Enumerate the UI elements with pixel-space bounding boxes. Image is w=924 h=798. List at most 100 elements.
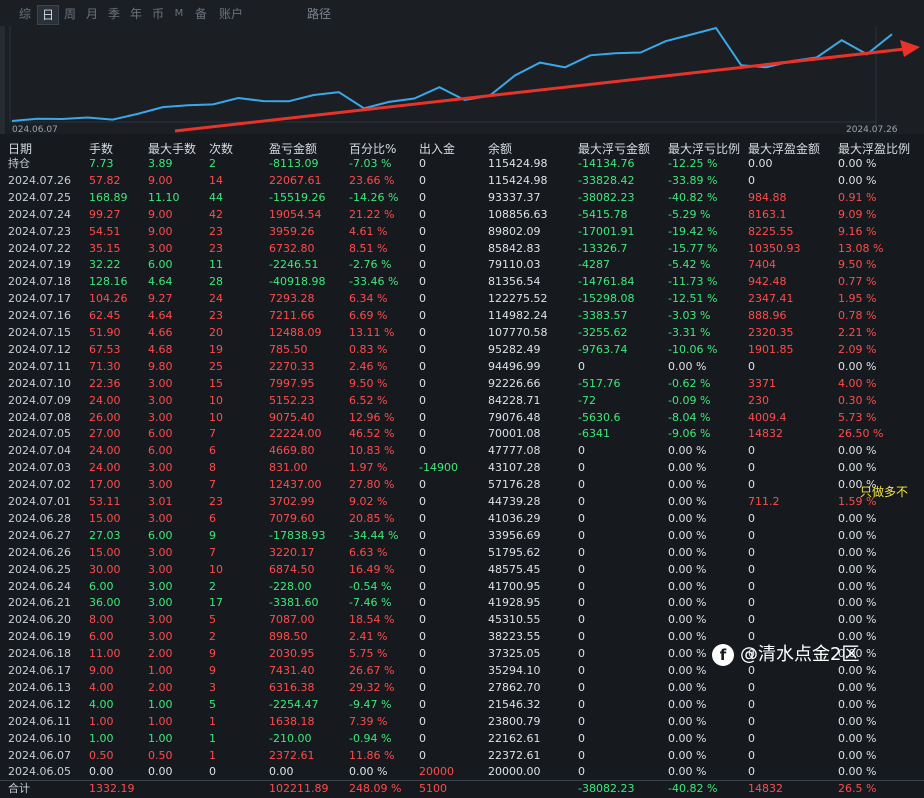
table-row[interactable]: 2024.07.02 17.00 3.00 7 12437.00 27.80 % 0 5717… — [0, 477, 924, 494]
col-header-max-lots[interactable]: 最大手数 — [148, 140, 196, 157]
period-tab-bar: 综 日 周 月 季 年 币 M 备 账户 路径 — [0, 0, 924, 26]
cell-lots: 62.45 — [89, 309, 121, 323]
chart-scroll-handle[interactable] — [0, 26, 5, 134]
col-header-balance[interactable]: 余额 — [488, 140, 512, 157]
cell-mfp: 0 — [748, 680, 755, 694]
table-row[interactable]: 2024.07.24 99.27 9.00 42 19054.54 21.22 % 0 108… — [0, 207, 924, 224]
table-row[interactable]: 2024.07.18 128.16 4.64 28 -40918.98 -33.46 % 0… — [0, 274, 924, 291]
cell-pnl: -2254.47 — [269, 697, 319, 711]
table-row[interactable]: 2024.06.13 4.00 2.00 3 6316.38 29.32 % 0 27862.… — [0, 680, 924, 697]
table-row[interactable]: 2024.07.05 27.00 6.00 7 22224.00 46.52 % 0 7000… — [0, 426, 924, 443]
table-row[interactable]: 2024.07.22 35.15 3.00 23 6732.80 8.51 % 0 85842… — [0, 241, 924, 258]
cell-pnl: 898.50 — [269, 630, 308, 644]
cell-mfl: -15298.08 — [578, 292, 635, 306]
cell-lots: 27.00 — [89, 427, 121, 441]
cell-balance: 33956.69 — [488, 528, 541, 542]
tab-currency[interactable]: 币 — [149, 5, 167, 23]
cell-pnl: -40918.98 — [269, 275, 326, 289]
table-row[interactable]: 2024.06.07 0.50 0.50 1 2372.61 11.86 % 0 22372.… — [0, 748, 924, 765]
table-row[interactable]: 2024.07.03 24.00 3.00 8 831.00 1.97 % -14900 43… — [0, 460, 924, 477]
cell-pct: 2.41 % — [349, 630, 388, 644]
col-header-max-float-loss[interactable]: 最大浮亏金额 — [578, 140, 650, 157]
cell-mfp: 8225.55 — [748, 224, 794, 238]
cell-date: 2024.07.18 — [8, 275, 71, 289]
cell-inout: 0 — [419, 731, 426, 745]
cell-balance: 89802.09 — [488, 224, 541, 238]
col-header-inout[interactable]: 出入金 — [419, 140, 455, 157]
table-row[interactable]: 2024.06.24 6.00 3.00 2 -228.00 -0.54 % 0 41700.… — [0, 579, 924, 596]
table-row[interactable]: 2024.07.23 54.51 9.00 23 3959.26 4.61 % 0 89802… — [0, 224, 924, 241]
table-row[interactable]: 2024.06.28 15.00 3.00 6 7079.60 20.85 % 0 41036… — [0, 511, 924, 528]
table-row[interactable]: 2024.07.19 32.22 6.00 11 -2246.51 -2.76 % 0 791… — [0, 257, 924, 274]
cell-balance: 48575.45 — [488, 562, 541, 576]
table-row[interactable]: 2024.06.12 4.00 1.00 5 -2254.47 -9.47 % 0 21546… — [0, 697, 924, 714]
table-row[interactable]: 2024.06.27 27.03 6.00 9 -17838.93 -34.44 % 0 33… — [0, 528, 924, 545]
cell-pnl: -17838.93 — [269, 528, 326, 542]
cell-lots: 26.00 — [89, 410, 121, 424]
cell-count: 8 — [209, 461, 216, 475]
table-row-totals[interactable]: 合计 1332.19 102211.89 248.09 % 5100 -38082.23 -… — [0, 781, 924, 798]
table-row[interactable]: 2024.06.21 36.00 3.00 17 -3381.60 -7.46 % 0 419… — [0, 595, 924, 612]
col-header-pnl[interactable]: 盈亏金额 — [269, 140, 317, 157]
cell-inout: 0 — [419, 292, 426, 306]
table-row[interactable]: 2024.07.04 24.00 6.00 6 4669.80 10.83 % 0 47777… — [0, 443, 924, 460]
tab-weekly[interactable]: 周 — [61, 5, 79, 23]
table-row[interactable]: 2024.07.26 57.82 9.00 14 22067.61 23.66 % 0 115… — [0, 173, 924, 190]
tab-summary[interactable]: 综 — [16, 5, 34, 23]
cell-pnl: 22224.00 — [269, 427, 322, 441]
cell-mfp: 2320.35 — [748, 326, 794, 339]
cell-max-lots: 9.00 — [148, 207, 173, 221]
cell-mfp: 3371 — [748, 376, 776, 390]
cell-pct: 13.11 % — [349, 326, 395, 339]
table-row[interactable]: 2024.07.15 51.90 4.66 20 12488.09 13.11 % 0 107… — [0, 325, 924, 342]
cell-mfl: -9763.74 — [578, 342, 628, 356]
table-row[interactable]: 2024.07.17 104.26 9.27 24 7293.28 6.34 % 0 1222… — [0, 291, 924, 308]
cell-max-lots: 3.00 — [148, 613, 173, 627]
table-row[interactable]: 2024.06.26 15.00 3.00 7 3220.17 6.63 % 0 51795.… — [0, 545, 924, 562]
col-header-count[interactable]: 次数 — [209, 140, 233, 157]
cell-mflp: -12.25 % — [668, 157, 718, 170]
tab-daily[interactable]: 日 — [37, 5, 59, 25]
cell-date: 2024.07.01 — [8, 495, 71, 508]
tab-yearly[interactable]: 年 — [127, 5, 145, 23]
cell-date: 2024.07.16 — [8, 309, 71, 323]
table-row[interactable]: 2024.06.11 1.00 1.00 1 1638.18 7.39 % 0 23800.7… — [0, 714, 924, 731]
table-row[interactable]: 2024.06.05 0.00 0.00 0 0.00 0.00 % 20000 20000.… — [0, 764, 924, 781]
tab-account[interactable]: 账户 — [216, 5, 246, 23]
col-header-lots[interactable]: 手数 — [89, 140, 113, 157]
tab-notes[interactable]: 备 — [192, 5, 210, 23]
cell-pnl: 1638.18 — [269, 714, 315, 728]
table-row[interactable]: 2024.07.01 53.11 3.01 23 3702.99 9.02 % 0 44739… — [0, 494, 924, 511]
table-row-holding[interactable]: 持仓 7.73 3.89 2 -8113.09 -7.03 % 0 115424.98 -141… — [0, 156, 924, 173]
table-row[interactable]: 2024.06.10 1.00 1.00 1 -210.00 -0.94 % 0 22162.… — [0, 731, 924, 748]
cell-mfl: -72 — [578, 393, 596, 407]
cell-lots: 0.00 — [89, 765, 114, 779]
table-row[interactable]: 2024.07.12 67.53 4.68 19 785.50 0.83 % 0 95282.… — [0, 342, 924, 359]
col-header-date[interactable]: 日期 — [8, 140, 32, 157]
table-row[interactable]: 2024.07.25 168.89 11.10 44 -15519.26 -14.26 %… — [0, 190, 924, 207]
cell-count: 1 — [209, 731, 216, 745]
cell-pnl: 6316.38 — [269, 680, 315, 694]
cell-mflp: -10.06 % — [668, 342, 718, 356]
col-header-max-float-profit-pct[interactable]: 最大浮盈比例 — [838, 140, 910, 157]
col-header-pct[interactable]: 百分比% — [349, 140, 396, 157]
table-row[interactable]: 2024.07.10 22.36 3.00 15 7997.95 9.50 % 0 92226… — [0, 376, 924, 393]
cell-mfl: 0 — [578, 697, 585, 711]
tab-m[interactable]: M — [172, 5, 186, 23]
col-header-max-float-loss-pct[interactable]: 最大浮亏比例 — [668, 140, 740, 157]
table-row[interactable]: 2024.06.25 30.00 3.00 10 6874.50 16.49 % 0 4857… — [0, 562, 924, 579]
tab-path[interactable]: 路径 — [307, 5, 331, 22]
cell-inout: 0 — [419, 511, 426, 525]
tab-quarterly[interactable]: 季 — [105, 5, 123, 23]
cell-balance: 35294.10 — [488, 664, 541, 677]
table-row[interactable]: 2024.06.20 8.00 3.00 5 7087.00 18.54 % 0 45310.… — [0, 612, 924, 629]
table-row[interactable]: 2024.07.08 26.00 3.00 10 9075.40 12.96 % 0 7907… — [0, 410, 924, 427]
tab-monthly[interactable]: 月 — [83, 5, 101, 23]
table-row[interactable]: 2024.07.09 24.00 3.00 10 5152.23 6.52 % 0 84228… — [0, 393, 924, 410]
cell-pct: 6.52 % — [349, 393, 388, 407]
table-row[interactable]: 2024.07.16 62.45 4.64 23 7211.66 6.69 % 0 11498… — [0, 308, 924, 325]
table-row[interactable]: 2024.07.11 71.30 9.80 25 2270.33 2.46 % 0 94496… — [0, 359, 924, 376]
col-header-max-float-profit[interactable]: 最大浮盈金额 — [748, 140, 820, 157]
cell-max-lots: 6.00 — [148, 444, 173, 458]
cell-pnl: 2372.61 — [269, 748, 315, 762]
